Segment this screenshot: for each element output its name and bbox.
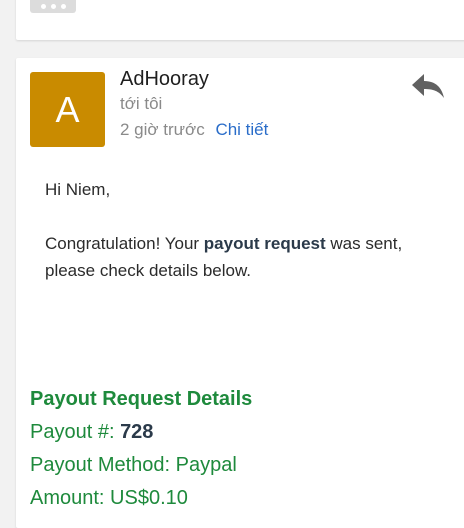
payout-request-bold: payout request — [203, 234, 326, 253]
payout-number: Payout #: 728 — [30, 421, 153, 444]
payout-number-label: Payout #: — [30, 421, 121, 443]
body-text-start: Congratulation! Your — [45, 234, 204, 253]
payout-amount: Amount: US$0.10 — [30, 487, 188, 509]
payout-details-title: Payout Request Details — [30, 388, 253, 410]
previous-message-card — [16, 0, 464, 40]
payout-method: Payout Method: Paypal — [30, 454, 237, 476]
avatar-letter: A — [55, 88, 80, 130]
greeting-text: Hi Niem, — [45, 180, 111, 199]
email-message-card: A AdHooray tới tôi 2 giờ trước Chi tiết … — [16, 58, 464, 528]
reply-button[interactable] — [408, 70, 448, 102]
recipient-label: tới tôi — [120, 94, 163, 113]
more-dots-icon[interactable] — [30, 0, 76, 13]
message-body: Congratulation! Your payout request was … — [45, 230, 445, 284]
details-link[interactable]: Chi tiết — [215, 120, 268, 139]
sender-avatar: A — [30, 72, 105, 147]
sender-name: AdHooray — [120, 68, 209, 90]
message-meta: 2 giờ trước Chi tiết — [120, 120, 268, 140]
payout-number-value: 728 — [120, 421, 154, 443]
reply-icon — [412, 74, 444, 98]
time-ago: 2 giờ trước — [120, 120, 205, 139]
